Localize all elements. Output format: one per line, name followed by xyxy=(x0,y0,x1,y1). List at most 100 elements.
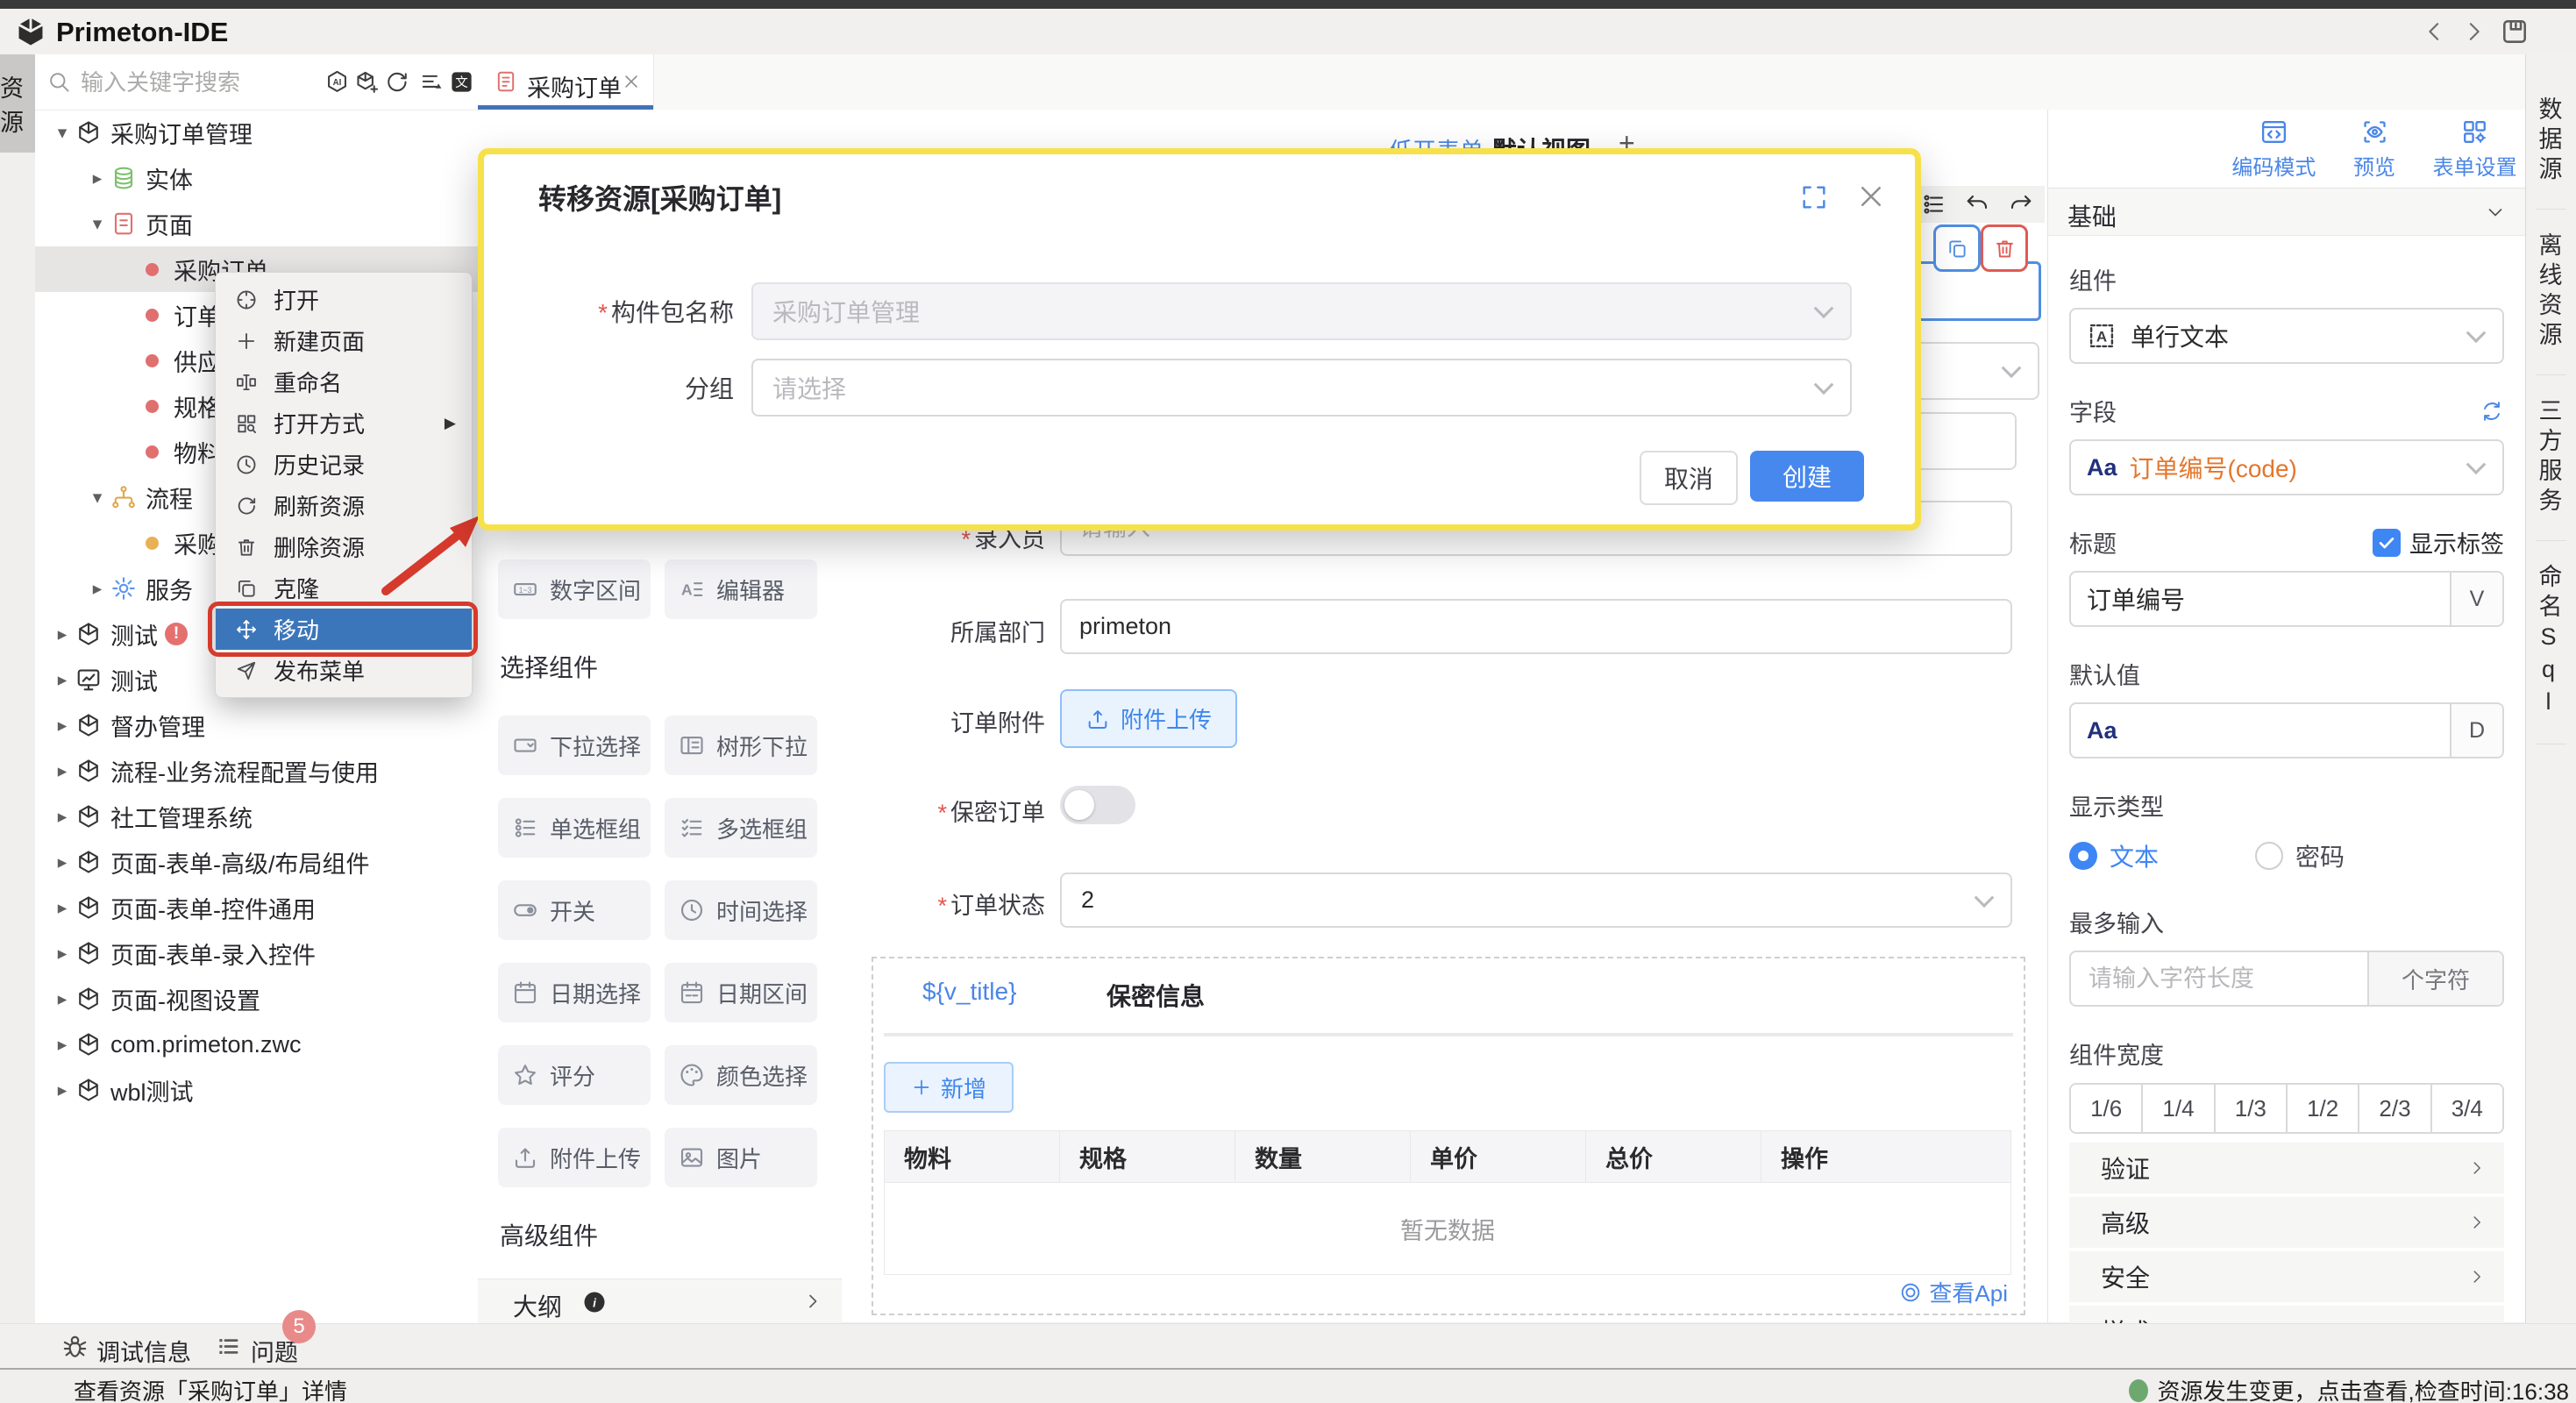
context-menu-item-open-with[interactable]: 打开方式▶ xyxy=(216,402,472,444)
debug-info-button[interactable]: 调试信息 xyxy=(96,1334,191,1368)
department-input[interactable] xyxy=(1060,599,2012,654)
tree-expand-icon[interactable]: ▸ xyxy=(49,897,75,919)
package-name-select[interactable]: 采购订单管理 xyxy=(751,282,1852,340)
palette-item-color[interactable]: 颜色选择 xyxy=(665,1045,817,1105)
tree-expand-icon[interactable]: ▸ xyxy=(49,851,75,873)
tree-item[interactable]: ▸页面-视图设置 xyxy=(35,976,478,1022)
tree-expand-icon[interactable]: ▸ xyxy=(84,167,110,189)
context-menu-item-move[interactable]: 移动 xyxy=(216,609,472,650)
palette-item-editor[interactable]: A编辑器 xyxy=(665,559,817,619)
forward-icon[interactable] xyxy=(2460,18,2487,45)
ai-icon[interactable]: AI xyxy=(324,69,350,95)
tree-expand-icon[interactable]: ▾ xyxy=(84,487,110,509)
context-menu-item-plus[interactable]: 新建页面 xyxy=(216,320,472,361)
new-component-icon[interactable] xyxy=(354,69,380,95)
palette-item-tree-dropdown[interactable]: 树形下拉 xyxy=(665,716,817,775)
context-menu-item-refresh[interactable]: 刷新资源 xyxy=(216,485,472,526)
tree-expand-icon[interactable]: ▸ xyxy=(49,669,75,691)
right-rail-tab[interactable]: 三方服务 xyxy=(2537,375,2566,541)
tree-item[interactable]: ▸wbl测试 xyxy=(35,1067,478,1113)
maxlen-input-group[interactable]: 个字符 xyxy=(2069,951,2504,1007)
palette-item-dropdown[interactable]: 下拉选择 xyxy=(498,716,651,775)
width-option[interactable]: 2/3 xyxy=(2359,1085,2431,1132)
left-rail-tab-resources[interactable]: 资源 xyxy=(0,54,35,153)
delete-component-button[interactable] xyxy=(1981,224,2028,272)
tree-expand-icon[interactable]: ▾ xyxy=(84,213,110,235)
search-input[interactable] xyxy=(79,65,302,100)
action-form-settings[interactable]: 表单设置 xyxy=(2424,110,2525,188)
tree-expand-icon[interactable]: ▸ xyxy=(49,943,75,965)
palette-item-star[interactable]: 评分 xyxy=(498,1045,651,1105)
translate-icon[interactable]: 文 xyxy=(449,69,474,95)
tree-item[interactable]: ▸督办管理 xyxy=(35,702,478,748)
redo-icon[interactable] xyxy=(2008,191,2034,217)
palette-item-switch[interactable]: 开关 xyxy=(498,880,651,940)
add-row-button[interactable]: 新增 xyxy=(884,1062,1014,1113)
close-icon[interactable] xyxy=(1855,181,1887,212)
view-api-link[interactable]: 查看Api xyxy=(1899,1276,2008,1308)
tree-expand-icon[interactable]: ▸ xyxy=(49,988,75,1010)
tree-item[interactable]: ▸页面-表单-高级/布局组件 xyxy=(35,839,478,885)
outline-bar[interactable]: 大纲 i xyxy=(478,1278,843,1324)
action-preview[interactable]: 预览 xyxy=(2324,110,2425,188)
palette-item-date[interactable]: 日期选择 xyxy=(498,963,651,1022)
tree-expand-icon[interactable]: ▸ xyxy=(49,1034,75,1056)
tree-item[interactable]: ▸页面-表单-控件通用 xyxy=(35,885,478,930)
resource-change-notice[interactable]: 资源发生变更，点击查看,检查时间:16:38 xyxy=(2129,1374,2569,1403)
tree-item[interactable]: ▸流程-业务流程配置与使用 xyxy=(35,748,478,794)
sort-icon[interactable] xyxy=(419,69,445,95)
cancel-button[interactable]: 取消 xyxy=(1640,451,1738,505)
subform-tab-vtitle[interactable]: ${v_title} xyxy=(922,978,1016,1006)
tree-item[interactable]: ▸页面-表单-录入控件 xyxy=(35,930,478,976)
tree-expand-icon[interactable]: ▸ xyxy=(49,1079,75,1101)
tree-expand-icon[interactable]: ▸ xyxy=(49,806,75,828)
title-input-group[interactable]: 订单编号 V xyxy=(2069,571,2504,627)
action-code-mode[interactable]: 编码模式 xyxy=(2224,110,2324,188)
palette-item-time[interactable]: 时间选择 xyxy=(665,880,817,940)
context-menu-item-rename[interactable]: 重命名 xyxy=(216,361,472,402)
palette-item-number-range[interactable]: 1~3数字区间 xyxy=(498,559,651,619)
back-icon[interactable] xyxy=(2422,18,2448,45)
width-option[interactable]: 1/6 xyxy=(2071,1085,2143,1132)
tree-item[interactable]: ▸实体 xyxy=(35,155,478,201)
group-select[interactable]: 请选择 xyxy=(751,359,1852,417)
tree-expand-icon[interactable]: ▸ xyxy=(49,760,75,782)
undo-icon[interactable] xyxy=(1964,191,1990,217)
order-status-select[interactable]: 2 xyxy=(1060,872,2012,928)
palette-item-date-range[interactable]: 日期区间 xyxy=(665,963,817,1022)
tree-item[interactable]: ▸社工管理系统 xyxy=(35,794,478,839)
context-menu-item-open[interactable]: 打开 xyxy=(216,279,472,320)
secret-order-toggle[interactable] xyxy=(1060,786,1135,824)
tree-expand-icon[interactable]: ▸ xyxy=(84,578,110,600)
show-label-checkbox[interactable] xyxy=(2373,529,2401,557)
context-menu-item-clone[interactable]: 克隆 xyxy=(216,567,472,609)
title-suffix-button[interactable]: V xyxy=(2450,573,2502,625)
maxlen-input[interactable] xyxy=(2087,965,2330,993)
palette-item-checkbox-group[interactable]: 多选框组 xyxy=(665,798,817,858)
context-menu-item-publish[interactable]: 发布菜单 xyxy=(216,650,472,691)
create-button[interactable]: 创建 xyxy=(1750,451,1864,502)
sync-field-icon[interactable] xyxy=(2480,399,2504,424)
width-option[interactable]: 1/4 xyxy=(2143,1085,2215,1132)
radio-text-selected[interactable] xyxy=(2069,842,2097,870)
context-menu-item-trash[interactable]: 删除资源 xyxy=(216,526,472,567)
copy-component-button[interactable] xyxy=(1933,224,1981,272)
component-select[interactable]: A 单行文本 xyxy=(2069,308,2504,364)
tree-expand-icon[interactable]: ▸ xyxy=(49,623,75,645)
inspector-section[interactable]: 高级 xyxy=(2069,1197,2504,1248)
default-input-group[interactable]: Aa D xyxy=(2069,702,2504,758)
palette-item-image[interactable]: 图片 xyxy=(665,1128,817,1187)
tree-expand-icon[interactable]: ▸ xyxy=(49,715,75,737)
width-option[interactable]: 1/2 xyxy=(2288,1085,2359,1132)
right-rail-tab[interactable]: 离线资源 xyxy=(2537,210,2566,375)
palette-item-upload[interactable]: 附件上传 xyxy=(498,1128,651,1187)
default-suffix-button[interactable]: D xyxy=(2450,704,2502,757)
fullscreen-icon[interactable] xyxy=(1799,182,1829,212)
right-rail-tab[interactable]: 数据源 xyxy=(2537,74,2566,210)
inspector-section[interactable]: 验证 xyxy=(2069,1143,2504,1193)
chevron-right-icon[interactable] xyxy=(802,1291,823,1312)
right-rail-tab[interactable]: 命名Sql xyxy=(2537,541,2566,744)
settings-list-icon[interactable] xyxy=(1920,191,1946,217)
palette-item-radio-group[interactable]: 单选框组 xyxy=(498,798,651,858)
inspector-section[interactable]: 安全 xyxy=(2069,1251,2504,1302)
